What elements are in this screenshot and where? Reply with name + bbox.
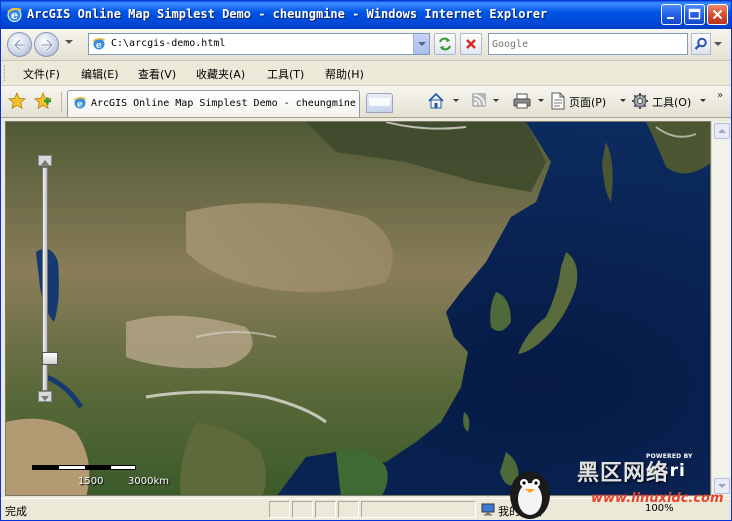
- menu-edit[interactable]: 编辑(E): [81, 66, 119, 82]
- close-icon: [712, 9, 723, 20]
- address-toolbar: e C:\arcgis-demo.html: [1, 29, 731, 61]
- address-dropdown[interactable]: [413, 34, 429, 54]
- scroll-up-button[interactable]: [714, 123, 730, 139]
- print-dropdown[interactable]: [538, 99, 544, 102]
- toolbar-grip: [4, 65, 7, 81]
- scale-label-1500: 1500: [78, 476, 104, 487]
- menu-help[interactable]: 帮助(H): [325, 66, 364, 82]
- svg-text:e: e: [11, 9, 18, 22]
- zoom-out-button[interactable]: [38, 391, 52, 402]
- stop-icon: [466, 39, 476, 49]
- tab-command-bar: e ArcGIS Online Map Simplest Demo - cheu…: [1, 86, 731, 118]
- page-menu-dropdown[interactable]: [620, 99, 626, 102]
- title-bar[interactable]: e ArcGIS Online Map Simplest Demo - cheu…: [1, 1, 731, 29]
- maximize-icon: [688, 8, 701, 20]
- zoom-track[interactable]: [42, 167, 58, 391]
- tab-label: ArcGIS Online Map Simplest Demo - cheung…: [91, 98, 356, 109]
- minimize-icon: [667, 17, 674, 19]
- forward-arrow-icon: [42, 39, 54, 51]
- page-menu-icon[interactable]: [550, 92, 566, 110]
- feeds-icon[interactable]: [471, 92, 487, 108]
- zoom-slider[interactable]: [37, 155, 58, 405]
- status-pane: [361, 501, 476, 518]
- recent-pages-dropdown[interactable]: [65, 40, 73, 44]
- url-text[interactable]: C:\arcgis-demo.html: [111, 38, 225, 49]
- svg-text:e: e: [96, 41, 102, 51]
- maximize-button[interactable]: [684, 4, 705, 25]
- favorites-star-icon[interactable]: [8, 92, 26, 110]
- forward-button[interactable]: [34, 32, 59, 57]
- status-pane: [292, 501, 313, 518]
- add-favorite-icon[interactable]: [34, 92, 52, 110]
- close-button[interactable]: [707, 4, 728, 25]
- ie-window: e ArcGIS Online Map Simplest Demo - cheu…: [0, 0, 732, 521]
- search-button[interactable]: [691, 33, 711, 55]
- feeds-dropdown[interactable]: [493, 99, 499, 102]
- home-dropdown[interactable]: [453, 99, 459, 102]
- search-input[interactable]: [492, 36, 682, 52]
- zoom-in-button[interactable]: [38, 155, 52, 166]
- address-field[interactable]: e C:\arcgis-demo.html: [88, 33, 430, 55]
- refresh-icon: [439, 37, 451, 51]
- window-title: ArcGIS Online Map Simplest Demo - cheung…: [27, 7, 548, 21]
- menu-view[interactable]: 查看(V): [138, 66, 176, 82]
- svg-text:e: e: [77, 100, 83, 110]
- scale-bar: [32, 465, 136, 470]
- esri-logo[interactable]: esri: [646, 461, 686, 481]
- powered-by-label: POWERED BY: [646, 453, 693, 460]
- separator: [61, 92, 62, 112]
- menu-bar: 文件(F) 编辑(E) 查看(V) 收藏夹(A) 工具(T) 帮助(H): [1, 61, 731, 86]
- back-button[interactable]: [7, 32, 32, 57]
- internet-explorer-icon: e: [7, 7, 22, 22]
- zoom-thumb[interactable]: [42, 352, 58, 365]
- vertical-scrollbar[interactable]: [711, 121, 731, 496]
- tab-arcgis-demo[interactable]: e ArcGIS Online Map Simplest Demo - cheu…: [67, 90, 360, 117]
- satellite-basemap[interactable]: [6, 122, 711, 496]
- map-viewport[interactable]: 1500 3000km POWERED BY esri: [5, 121, 711, 496]
- menu-file[interactable]: 文件(F): [23, 66, 60, 82]
- zoom-out-arrow-icon: [41, 396, 49, 401]
- computer-zone-icon: [481, 503, 495, 516]
- tools-menu-dropdown[interactable]: [700, 99, 706, 102]
- home-icon[interactable]: [427, 92, 445, 110]
- back-arrow-icon: [13, 39, 25, 51]
- magnifier-icon: [694, 37, 707, 50]
- new-tab-button[interactable]: [366, 93, 393, 113]
- tab-page-icon: e: [73, 96, 87, 110]
- scroll-down-button[interactable]: [714, 478, 730, 494]
- status-pane: [338, 501, 359, 518]
- search-field[interactable]: [488, 33, 688, 55]
- scale-label-3000: 3000km: [128, 476, 169, 487]
- page-icon: e: [92, 37, 106, 51]
- status-pane: [269, 501, 290, 518]
- security-zone-label[interactable]: 我的电脑: [498, 503, 542, 519]
- menu-favorites[interactable]: 收藏夹(A): [196, 66, 245, 82]
- zoom-level[interactable]: 100%: [645, 503, 674, 514]
- page-menu-label[interactable]: 页面(P): [569, 94, 606, 110]
- status-bar: 完成 我的电脑 100%: [1, 498, 731, 520]
- menu-tools[interactable]: 工具(T): [267, 66, 304, 82]
- print-icon[interactable]: [513, 92, 531, 110]
- minimize-button[interactable]: [661, 4, 682, 25]
- gear-icon[interactable]: [631, 92, 649, 110]
- zoom-in-arrow-icon: [41, 160, 49, 165]
- status-pane: [315, 501, 336, 518]
- stop-button[interactable]: [460, 33, 482, 55]
- refresh-button[interactable]: [434, 33, 456, 55]
- tools-menu-label[interactable]: 工具(O): [652, 94, 691, 110]
- search-options-dropdown[interactable]: [714, 42, 722, 46]
- toolbar-overflow-chevron[interactable]: »: [717, 90, 723, 101]
- status-text: 完成: [5, 505, 27, 518]
